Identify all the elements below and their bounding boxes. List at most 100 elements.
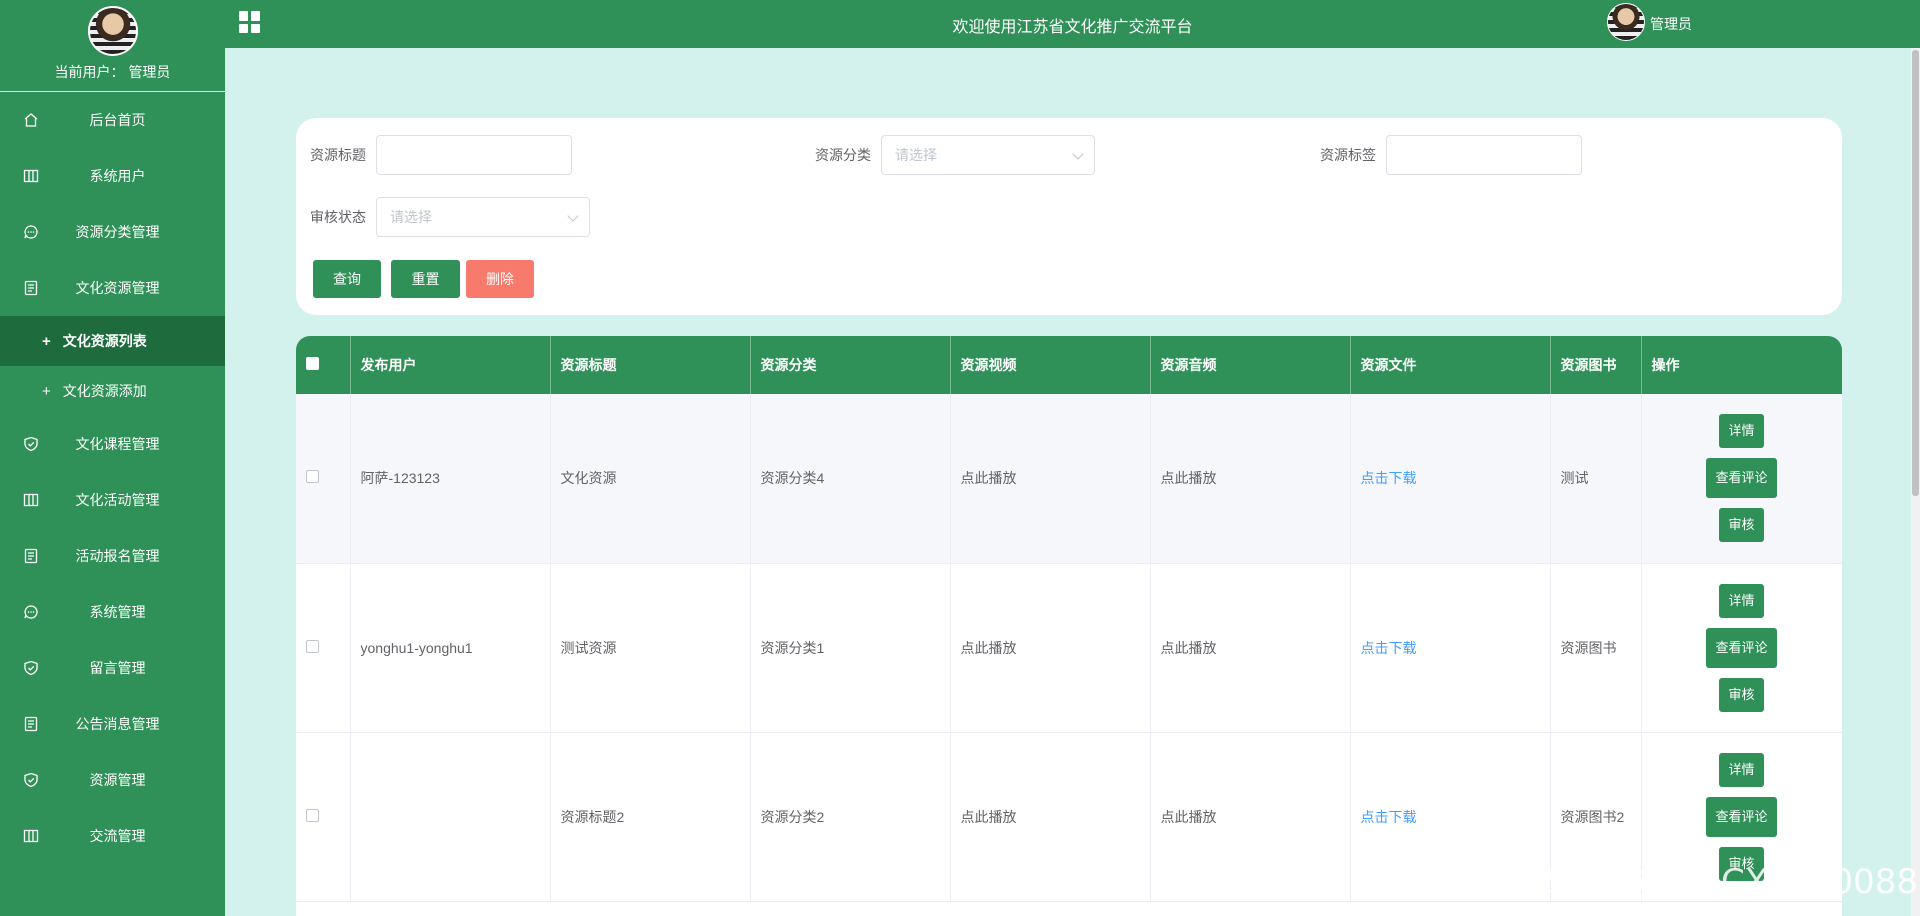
sidebar-item-label: 交流管理 (89, 828, 146, 844)
row-checkbox[interactable] (306, 639, 319, 653)
cell-user (350, 732, 551, 902)
download-link[interactable]: 点击下载 (1361, 809, 1417, 825)
avatar (87, 6, 138, 56)
reset-button[interactable]: 重置 (391, 260, 460, 298)
topbar: 欢迎使用江苏省文化推广交流平台 管理员 (225, 0, 1920, 48)
resource-table-panel: 发布用户 资源标题 资源分类 资源视频 资源音频 资源文件 资源图书 操作 阿萨… (296, 336, 1842, 916)
status-select[interactable]: 请选择 (376, 197, 590, 237)
cell-audio-link[interactable]: 点此播放 (1150, 563, 1351, 733)
cell-video-link[interactable]: 点此播放 (950, 563, 1151, 733)
cell-title: 文化资源 (550, 394, 751, 564)
view-comments-button[interactable]: 查看评论 (1706, 458, 1777, 499)
category-filter-label: 资源分类 (815, 147, 871, 163)
detail-button[interactable]: 详情 (1719, 583, 1764, 618)
detail-button[interactable]: 详情 (1719, 752, 1764, 787)
tag-filter-label: 资源标签 (1320, 147, 1376, 163)
query-button[interactable]: 查询 (313, 260, 381, 298)
download-link[interactable]: 点击下载 (1361, 470, 1417, 486)
sidebar-item-label: 公告消息管理 (75, 716, 160, 732)
sidebar-item-label: 活动报名管理 (75, 548, 160, 564)
sidebar-item-notice[interactable]: 公告消息管理 (0, 696, 225, 752)
chevron-down-icon (1072, 148, 1084, 160)
category-filter: 资源分类 请选择 (801, 135, 1095, 175)
cell-category: 资源分类2 (750, 732, 951, 902)
sidebar-item-resource-category[interactable]: 资源分类管理 (0, 204, 225, 260)
sidebar-subitem-resource-add[interactable]: + 文化资源添加 (0, 366, 225, 416)
cell-book: 测试 (1550, 394, 1642, 564)
sidebar-item-label: 文化资源管理 (75, 280, 160, 296)
title-filter: 资源标题 (296, 135, 572, 175)
sidebar-subitem-resource-list[interactable]: + 文化资源列表 (0, 316, 225, 366)
view-comments-button[interactable]: 查看评论 (1706, 796, 1777, 837)
sidebar-item-course[interactable]: 文化课程管理 (0, 416, 225, 472)
sidebar: 当前用户： 管理员 后台首页 系统用户 资源分类管理 文化资源管理 + 文化资源… (0, 0, 225, 916)
tag-filter: 资源标签 (1306, 135, 1582, 175)
table-header: 发布用户 资源标题 资源分类 资源视频 资源音频 资源文件 资源图书 操作 (296, 336, 1842, 394)
sidebar-item-home[interactable]: 后台首页 (0, 92, 225, 148)
view-comments-button[interactable]: 查看评论 (1706, 627, 1777, 668)
cell-title: 资源标题2 (550, 732, 751, 902)
sidebar-item-resources[interactable]: 资源管理 (0, 752, 225, 808)
cell-category: 资源分类1 (750, 563, 951, 733)
cell-user: yonghu1-yonghu1 (350, 563, 551, 733)
sidebar-item-signup[interactable]: 活动报名管理 (0, 528, 225, 584)
scrollbar-thumb[interactable] (1912, 50, 1919, 496)
cell-video-link[interactable]: 点此播放 (950, 732, 1151, 902)
review-button[interactable]: 审核 (1719, 508, 1764, 543)
cell-category: 资源分类4 (750, 394, 951, 564)
sidebar-menu: 后台首页 系统用户 资源分类管理 文化资源管理 + 文化资源列表 + 文化资源添… (0, 92, 225, 864)
title-input[interactable] (376, 135, 572, 175)
sidebar-item-label: 资源管理 (89, 772, 146, 788)
column-header: 操作 (1641, 336, 1842, 394)
sidebar-item-messages[interactable]: 留言管理 (0, 640, 225, 696)
column-header: 资源图书 (1550, 336, 1642, 394)
sidebar-item-system[interactable]: 系统管理 (0, 584, 225, 640)
sidebar-item-activity[interactable]: 文化活动管理 (0, 472, 225, 528)
plus-icon: + (42, 382, 51, 400)
sidebar-item-exchange[interactable]: 交流管理 (0, 808, 225, 864)
sidebar-item-system-users[interactable]: 系统用户 (0, 148, 225, 204)
status-filter-label: 审核状态 (310, 209, 366, 225)
status-select-placeholder: 请选择 (390, 209, 432, 225)
sidebar-item-label: 系统管理 (89, 604, 146, 620)
chevron-down-icon (567, 210, 579, 222)
download-link[interactable]: 点击下载 (1361, 640, 1417, 656)
vertical-scrollbar[interactable] (1911, 48, 1920, 916)
detail-button[interactable]: 详情 (1719, 414, 1764, 449)
cell-audio-link[interactable]: 点此播放 (1150, 394, 1351, 564)
row-checkbox[interactable] (306, 808, 319, 822)
title-filter-label: 资源标题 (310, 147, 366, 163)
tag-input[interactable] (1386, 135, 1582, 175)
review-button[interactable]: 审核 (1719, 677, 1764, 712)
column-header: 发布用户 (350, 336, 551, 394)
cell-actions: 详情 查看评论 审核 (1641, 563, 1842, 733)
sidebar-item-label: 资源分类管理 (75, 224, 160, 240)
cell-video-link[interactable]: 点此播放 (950, 394, 1151, 564)
sidebar-subitem-label: 文化资源添加 (62, 383, 147, 399)
current-user-label: 当前用户： (54, 64, 125, 80)
sidebar-subitem-label: 文化资源列表 (62, 333, 147, 349)
search-panel: 资源标题 资源分类 请选择 资源标签 审核状态 请选择 查询 重置 删除 (296, 118, 1842, 315)
sidebar-item-label: 文化活动管理 (75, 492, 160, 508)
user-name: 管理员 (1650, 16, 1692, 32)
category-select[interactable]: 请选择 (881, 135, 1095, 175)
sidebar-item-label: 后台首页 (89, 112, 146, 128)
cell-user: 阿萨-123123 (350, 394, 551, 564)
delete-button[interactable]: 删除 (466, 260, 534, 298)
sidebar-item-label: 系统用户 (89, 168, 146, 184)
cell-actions: 详情 查看评论 审核 (1641, 394, 1842, 564)
select-all-checkbox[interactable] (306, 357, 319, 370)
sidebar-user-panel: 当前用户： 管理员 (0, 0, 225, 92)
table-row: yonghu1-yonghu1 测试资源 资源分类1 点此播放 点此播放 点击下… (296, 563, 1842, 733)
sidebar-item-label: 留言管理 (89, 660, 146, 676)
select-all-cell (296, 336, 351, 394)
user-menu[interactable]: 管理员 (1607, 3, 1692, 41)
sidebar-item-culture-resource[interactable]: 文化资源管理 (0, 260, 225, 316)
watermark: CSDN @vx_CXKF10088 (1522, 862, 1919, 902)
cell-audio-link[interactable]: 点此播放 (1150, 732, 1351, 902)
cell-title: 测试资源 (550, 563, 751, 733)
column-header: 资源音频 (1150, 336, 1351, 394)
column-header: 资源标题 (550, 336, 751, 394)
row-checkbox[interactable] (306, 470, 319, 484)
column-header: 资源分类 (750, 336, 951, 394)
